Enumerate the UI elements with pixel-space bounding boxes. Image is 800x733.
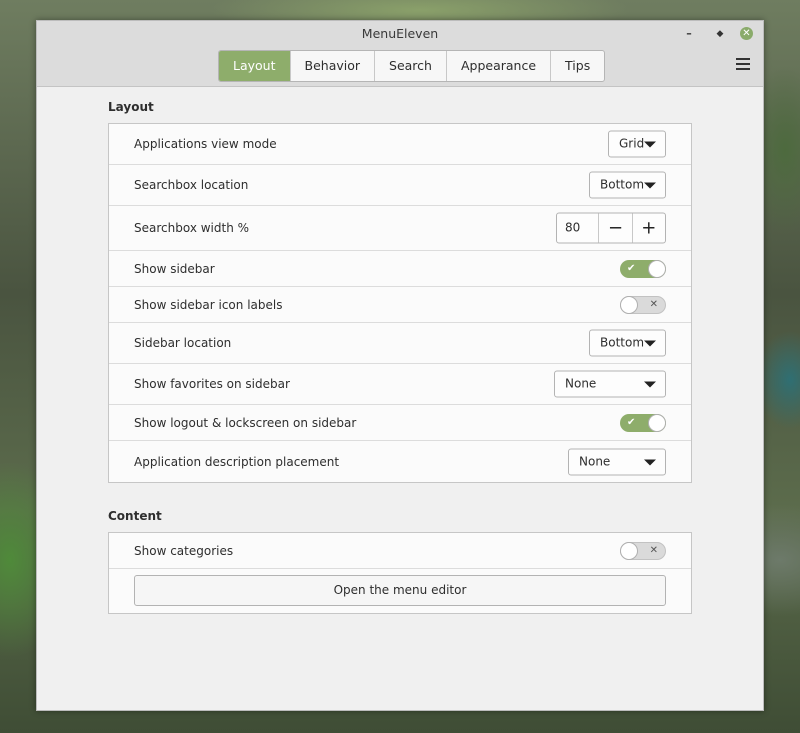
row-searchbox-location: Searchbox location Bottom (109, 165, 691, 206)
show-sidebar-label: Show sidebar (134, 261, 215, 276)
hamburger-menu-icon[interactable] (736, 58, 750, 70)
favorites-sidebar-label: Show favorites on sidebar (134, 377, 290, 391)
cross-icon: ✕ (649, 544, 658, 556)
chevron-down-icon (644, 459, 656, 465)
section-title-layout: Layout (108, 100, 154, 114)
favorites-sidebar-dropdown[interactable]: None (554, 370, 666, 398)
chevron-down-icon (644, 182, 656, 189)
view-mode-value: Grid (619, 136, 645, 151)
sidebar-icon-labels-toggle[interactable]: ✕ (620, 295, 666, 314)
row-searchbox-width: Searchbox width % 80 − + (109, 206, 691, 251)
app-window: MenuEleven – ◆ ✕ Layout Behavior Search … (36, 20, 764, 711)
sidebar-icon-labels-label: Show sidebar icon labels (134, 297, 283, 312)
favorites-sidebar-value: None (565, 376, 597, 391)
row-sidebar-icon-labels: Show sidebar icon labels ✕ (109, 287, 691, 323)
row-view-mode: Applications view mode Grid (109, 124, 691, 165)
row-favorites-sidebar: Show favorites on sidebar None (109, 364, 691, 405)
description-placement-dropdown[interactable]: None (568, 448, 666, 475)
tab-layout[interactable]: Layout (219, 51, 291, 81)
show-sidebar-toggle[interactable]: ✔ (620, 259, 666, 278)
minimize-button[interactable]: – (682, 27, 696, 41)
chevron-down-icon (644, 381, 656, 388)
toggle-knob (648, 259, 666, 278)
content-panel: Show categories ✕ Open the menu editor (108, 532, 692, 614)
close-button[interactable]: ✕ (740, 27, 753, 40)
view-mode-label: Applications view mode (134, 137, 277, 151)
sidebar-location-value: Bottom (600, 335, 645, 350)
toggle-knob (620, 541, 638, 560)
searchbox-width-input[interactable]: 80 (557, 213, 600, 243)
tab-tips[interactable]: Tips (551, 51, 604, 81)
check-icon: ✔ (627, 262, 636, 274)
maximize-button[interactable]: ◆ (713, 27, 727, 41)
description-placement-label: Application description placement (134, 454, 340, 469)
cross-icon: ✕ (649, 298, 658, 310)
tab-behavior[interactable]: Behavior (291, 51, 376, 81)
searchbox-location-value: Bottom (600, 177, 645, 192)
searchbox-location-label: Searchbox location (134, 178, 249, 192)
searchbox-location-dropdown[interactable]: Bottom (589, 171, 666, 199)
sidebar-location-dropdown[interactable]: Bottom (589, 329, 666, 357)
row-menu-editor: Open the menu editor (109, 569, 691, 613)
searchbox-width-spinner: 80 − + (556, 212, 666, 244)
sidebar-location-label: Sidebar location (134, 336, 232, 350)
layout-panel: Applications view mode Grid Searchbox lo… (108, 123, 692, 483)
title-bar: MenuEleven – ◆ ✕ Layout Behavior Search … (37, 21, 763, 87)
section-title-content: Content (108, 509, 162, 523)
show-categories-toggle[interactable]: ✕ (620, 541, 666, 560)
decrement-button[interactable]: − (599, 213, 633, 243)
row-show-categories: Show categories ✕ (109, 533, 691, 569)
row-logout-lockscreen: Show logout & lockscreen on sidebar ✔ (109, 405, 691, 441)
chevron-down-icon (644, 141, 656, 148)
check-icon: ✔ (627, 416, 636, 428)
toggle-knob (648, 413, 666, 432)
row-show-sidebar: Show sidebar ✔ (109, 251, 691, 287)
logout-lockscreen-toggle[interactable]: ✔ (620, 413, 666, 432)
open-menu-editor-button[interactable]: Open the menu editor (134, 575, 666, 606)
description-placement-value: None (579, 454, 611, 468)
tab-search[interactable]: Search (375, 51, 447, 81)
chevron-down-icon (644, 340, 656, 347)
row-sidebar-location: Sidebar location Bottom (109, 323, 691, 364)
searchbox-width-label: Searchbox width % (134, 221, 250, 235)
view-mode-dropdown[interactable]: Grid (608, 130, 666, 158)
increment-button[interactable]: + (633, 214, 665, 243)
toggle-knob (620, 295, 638, 314)
show-categories-label: Show categories (134, 543, 234, 558)
window-title: MenuEleven (361, 26, 439, 41)
tab-appearance[interactable]: Appearance (447, 51, 552, 81)
tab-bar: Layout Behavior Search Appearance Tips (218, 50, 606, 82)
logout-lockscreen-label: Show logout & lockscreen on sidebar (134, 415, 357, 430)
row-description-placement: Application description placement None (109, 441, 691, 482)
